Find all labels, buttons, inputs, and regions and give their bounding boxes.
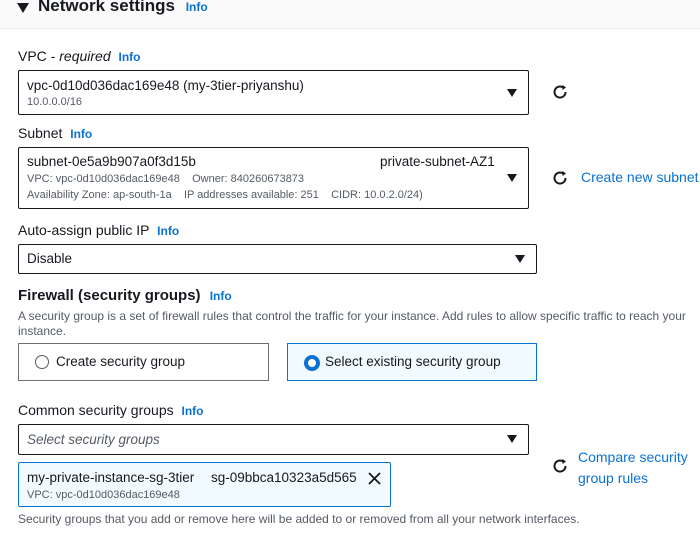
public-ip-label-text: Auto-assign public IP — [18, 222, 150, 238]
refresh-icon[interactable] — [551, 83, 569, 101]
option-create-label: Create security group — [56, 354, 186, 369]
vpc-info-link[interactable]: Info — [119, 50, 141, 64]
create-subnet-link[interactable]: Create new subnet — [581, 169, 700, 187]
section-title-text: Network settings — [38, 0, 175, 15]
public-ip-info-link[interactable]: Info — [157, 224, 179, 238]
public-ip-value: Disable — [27, 251, 73, 266]
public-ip-label: Auto-assign public IP Info — [18, 222, 179, 238]
radio-select-existing-security-group[interactable]: Select existing security group — [287, 343, 537, 381]
vpc-select[interactable]: vpc-0d10d036dac169e48 (my-3tier-priyansh… — [18, 70, 529, 115]
subnet-info-link[interactable]: Info — [70, 127, 92, 141]
section-info-link[interactable]: Info — [186, 0, 208, 14]
dropdown-arrow-icon — [515, 255, 525, 263]
compare-security-group-rules-link[interactable]: Compare security group rules — [578, 447, 693, 489]
firewall-title-text: Firewall (security groups) — [18, 287, 201, 304]
vpc-cidr: 10.0.0.0/16 — [27, 96, 83, 108]
dropdown-arrow-icon — [507, 174, 517, 182]
chip-sg-name: my-private-instance-sg-3tier — [27, 470, 195, 485]
selected-security-group-chip: my-private-instance-sg-3tier sg-09bbca10… — [18, 462, 391, 507]
common-sg-label: Common security groups Info — [18, 402, 204, 418]
subnet-label-text: Subnet — [18, 125, 63, 141]
security-groups-footer: Security groups that you add or remove h… — [18, 512, 580, 526]
chip-sg-id: sg-09bbca10323a5d565 — [211, 470, 357, 485]
common-sg-info-link[interactable]: Info — [182, 404, 204, 418]
refresh-icon[interactable] — [551, 457, 569, 475]
subnet-name: private-subnet-AZ1 — [380, 154, 495, 169]
dropdown-arrow-icon — [507, 89, 517, 97]
firewall-info-link[interactable]: Info — [210, 289, 232, 303]
vpc-value: vpc-0d10d036dac169e48 (my-3tier-priyansh… — [27, 78, 304, 93]
subnet-details: Availability Zone: ap-south-1a IP addres… — [27, 189, 423, 201]
firewall-title: Firewall (security groups) Info — [18, 287, 232, 304]
common-sg-label-text: Common security groups — [18, 402, 174, 418]
firewall-description: A security group is a set of firewall ru… — [18, 309, 686, 338]
subnet-vpc-owner: VPC: vpc-0d10d036dac169e48 Owner: 840260… — [27, 173, 305, 185]
refresh-icon[interactable] — [551, 169, 569, 187]
subnet-select[interactable]: subnet-0e5a9b907a0f3d15b private-subnet-… — [18, 147, 529, 209]
chip-sg-vpc: VPC: vpc-0d10d036dac169e48 — [27, 489, 180, 501]
radio-create-security-group[interactable]: Create security group — [18, 343, 269, 381]
option-existing-label: Select existing security group — [325, 354, 501, 369]
public-ip-select[interactable]: Disable — [18, 244, 537, 274]
vpc-label-text: VPC — [18, 48, 47, 64]
close-icon[interactable] — [368, 472, 381, 485]
section-title: Network settings Info — [38, 0, 208, 16]
radio-icon — [35, 355, 49, 369]
dropdown-arrow-icon — [507, 435, 517, 443]
subnet-label: Subnet Info — [18, 125, 92, 141]
vpc-required-text: required — [59, 48, 111, 64]
create-subnet-link-text: Create new subnet — [581, 169, 699, 185]
radio-selected-icon — [304, 355, 320, 371]
vpc-label: VPC - required Info — [18, 48, 141, 64]
security-groups-placeholder: Select security groups — [27, 432, 160, 447]
security-groups-select[interactable]: Select security groups — [18, 424, 529, 455]
caret-down-icon[interactable] — [17, 3, 29, 13]
subnet-id: subnet-0e5a9b907a0f3d15b — [27, 154, 196, 169]
